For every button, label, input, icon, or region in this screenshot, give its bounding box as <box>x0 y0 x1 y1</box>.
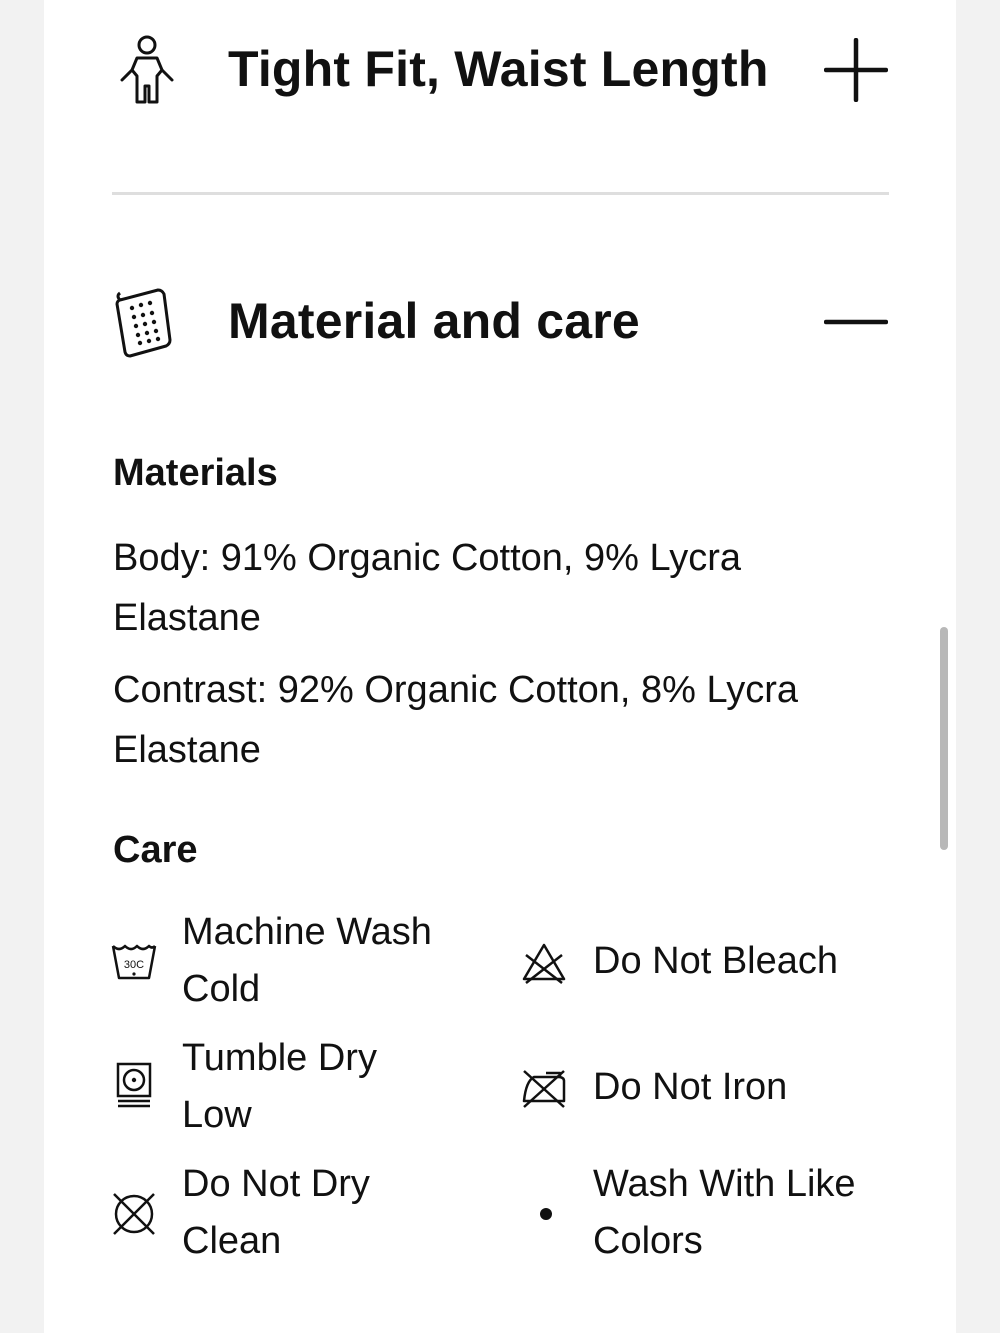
care-label: Do Not Dry Clean <box>182 1163 370 1262</box>
care-label: Tumble Dry Low <box>182 1037 377 1136</box>
material-section-header[interactable]: Material and care <box>112 282 888 362</box>
do-not-dry-clean-icon <box>113 1193 155 1235</box>
material-contrast-text: Contrast: 92% Organic Cotton, 8% Lycra E… <box>113 669 799 771</box>
fit-section-header[interactable]: Tight Fit, Waist Length <box>112 30 888 110</box>
fit-section-title: Tight Fit, Waist Length <box>228 41 769 97</box>
section-divider <box>112 192 889 195</box>
svg-text:30C: 30C <box>124 959 144 971</box>
care-heading: Care <box>113 829 198 871</box>
do-not-iron-icon <box>522 1070 566 1108</box>
material-body-text: Body: 91% Organic Cotton, 9% Lycra Elast… <box>113 537 742 639</box>
plus-icon[interactable] <box>824 38 888 102</box>
care-label: Wash With Like Colors <box>593 1163 856 1262</box>
do-not-bleach-icon <box>522 943 566 984</box>
scrollbar-thumb[interactable] <box>940 627 948 850</box>
care-label: Machine Wash Cold <box>182 911 432 1010</box>
fabric-swatch-icon <box>115 288 172 358</box>
tumble-dry-low-icon <box>116 1062 152 1108</box>
minus-icon[interactable] <box>824 290 888 354</box>
material-section-title: Material and care <box>228 293 640 349</box>
wash-30c-icon: 30C <box>111 944 157 980</box>
materials-heading: Materials <box>113 452 278 494</box>
body-fit-icon <box>120 35 174 104</box>
bullet-dot-icon <box>540 1208 552 1220</box>
care-label: Do Not Iron <box>593 1066 788 1108</box>
care-label: Do Not Bleach <box>593 940 839 982</box>
